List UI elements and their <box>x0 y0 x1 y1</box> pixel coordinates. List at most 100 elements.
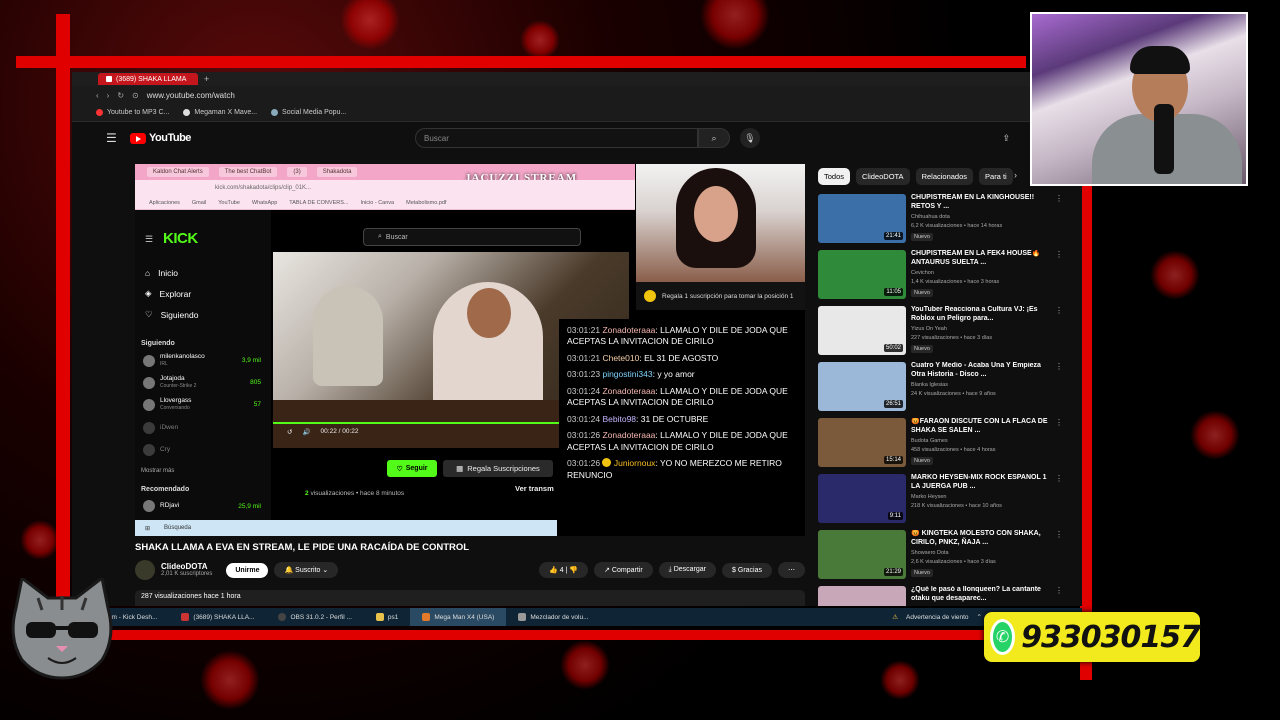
more-options-icon[interactable]: ⋮ <box>1055 250 1063 259</box>
video-thumbnail[interactable] <box>818 586 906 606</box>
recommended-video[interactable]: 15:14 😡FARAON DISCUTE CON LA FLACA DE SHA… <box>818 418 1068 470</box>
channel-name[interactable]: Showsero Dota <box>911 550 949 556</box>
hamburger-menu-icon[interactable]: ☰ <box>106 131 117 145</box>
video-thumbnail[interactable]: 21:29 <box>818 530 906 579</box>
share-button[interactable]: ↗ Compartir <box>594 562 653 578</box>
chevron-right-icon[interactable]: › <box>1014 170 1017 180</box>
search-input[interactable]: Buscar <box>415 128 698 148</box>
recommended-video[interactable]: 9:11 MARKO HEYSEN-MIX ROCK ESPAÑOL 1 LA J… <box>818 474 1068 526</box>
more-options-icon[interactable]: ⋮ <box>1055 474 1063 483</box>
video-controls: ↺ 🔊 00:22 / 00:22 <box>287 428 359 436</box>
mic-icon: 🎙 <box>744 132 756 143</box>
channel-name[interactable]: Budota Games <box>911 438 948 444</box>
recommended-video[interactable]: ¿Qué le pasó a Ilonqueen? La cantante ot… <box>818 586 1068 606</box>
channel-name[interactable]: Marko Heysen <box>911 494 946 500</box>
kick-nav-label: Inicio <box>158 267 178 278</box>
channel-name[interactable]: Yizus On Yeah <box>911 326 947 332</box>
kick-search-placeholder: Buscar <box>385 233 408 241</box>
following-item: Llovergass Conversando 57 <box>143 397 261 412</box>
channel-name[interactable]: Blanka Iglesias <box>911 382 948 388</box>
more-options-icon[interactable]: ⋮ <box>1055 418 1063 427</box>
video-thumbnail[interactable]: 11:05 <box>818 250 906 299</box>
video-thumbnail[interactable]: 21:41 <box>818 194 906 243</box>
new-tab-icon[interactable]: + <box>204 74 209 84</box>
weather-text[interactable]: Advertencia de viento <box>906 614 969 621</box>
more-options-icon[interactable]: ⋮ <box>1055 586 1063 595</box>
upload-icon[interactable]: ⇪ <box>1002 133 1010 144</box>
chip-all[interactable]: Todos <box>818 168 851 185</box>
bookmark-item[interactable]: Megaman X Mave... <box>183 109 257 116</box>
recommended-video[interactable]: 26:51 Cuatro Y Medio - Acaba Una Y Empiez… <box>818 362 1068 414</box>
video-thumbnail[interactable]: 26:51 <box>818 362 906 411</box>
chat-text: YO NO MEREZCO ME RETIRO RENUNCIO <box>567 458 782 480</box>
video-thumbnail[interactable]: 9:11 <box>818 474 906 523</box>
voice-search-button[interactable]: 🎙 <box>740 128 760 148</box>
video-title[interactable]: Cuatro Y Medio - Acaba Una Y Empieza Otr… <box>911 362 1051 380</box>
like-button[interactable]: 👍 4 | 👎 <box>539 562 589 578</box>
channel-name[interactable]: Cevichon <box>911 270 934 276</box>
video-player[interactable]: Kaldon Chat Alerts The best ChatBot (3) … <box>135 164 805 536</box>
taskbar-item[interactable]: Mezclador de volu... <box>506 608 600 626</box>
video-title[interactable]: YouTuber Reacciona a Cultura VJ: ¡Es Rob… <box>911 306 1051 324</box>
frame-bar-left <box>56 14 70 614</box>
video-title[interactable]: 😡FARAON DISCUTE CON LA FLACA DE SHAKA SE… <box>911 418 1051 436</box>
more-options-icon[interactable]: ⋮ <box>1055 194 1063 203</box>
more-actions-button[interactable]: ⋯ <box>778 562 805 578</box>
windows-icon: ⊞ <box>145 525 151 532</box>
video-thumbnail[interactable]: 50:02 <box>818 306 906 355</box>
chip-for-you[interactable]: Para ti <box>979 168 1013 185</box>
bookmark-item[interactable]: Youtube to MP3 C... <box>96 109 169 116</box>
thanks-button[interactable]: $ Gracias <box>722 562 772 578</box>
video-title[interactable]: 😡 KINGTEKA MOLESTO CON SHAKA, CIRILO, PN… <box>911 530 1051 548</box>
app-icon <box>422 613 431 621</box>
speaker-icon <box>106 76 112 82</box>
recommended-video[interactable]: 50:02 YouTuber Reacciona a Cultura VJ: ¡E… <box>818 306 1068 358</box>
new-badge: Nuevo <box>911 345 933 353</box>
youtube-logo[interactable]: YouTube <box>130 132 191 144</box>
more-options-icon[interactable]: ⋮ <box>1055 530 1063 539</box>
guest-webcam <box>636 164 805 282</box>
description-box[interactable]: 287 visualizaciones hace 1 hora <box>135 590 805 606</box>
video-title[interactable]: CHUPISTREAM EN LA KINGHOUSE!! RETOS Y ..… <box>911 194 1051 212</box>
bookmark-item[interactable]: Social Media Popu... <box>271 109 346 116</box>
back-icon[interactable]: ‹ <box>96 91 99 100</box>
forward-icon[interactable]: › <box>107 91 110 100</box>
taskbar-item[interactable]: Mega Man X4 (USA) <box>410 608 507 626</box>
download-button[interactable]: ⤓ Descargar <box>658 562 717 578</box>
channel-name[interactable]: ClideoDOTA <box>161 562 212 572</box>
kick-sidebar: ☰ KICK ⌂ Inicio ◈ Explorar ♡ Siguiendo Sigu… <box>135 210 271 536</box>
gift-notice: Regala 1 suscripción para tomar la posic… <box>636 282 805 310</box>
reload-icon[interactable]: ↻ <box>117 91 124 100</box>
recommended-video[interactable]: 21:29 😡 KINGTEKA MOLESTO CON SHAKA, CIRIL… <box>818 530 1068 582</box>
video-duration: 50:02 <box>883 344 903 352</box>
recommended-video[interactable]: 11:05 CHUPISTREAM EN LA FEK4 HOUSE🔥ANTAUR… <box>818 250 1068 302</box>
channel-avatar[interactable] <box>135 560 155 580</box>
video-title[interactable]: CHUPISTREAM EN LA FEK4 HOUSE🔥ANTAURUS SU… <box>911 250 1051 268</box>
chip-related[interactable]: Relacionados <box>915 168 974 185</box>
kick-search: ⌕ Buscar <box>363 228 581 246</box>
browser-tab[interactable]: (3689) SHAKA LLAMA <box>98 73 198 85</box>
taskbar-item[interactable]: ps1 <box>364 608 410 626</box>
more-options-icon[interactable]: ⋮ <box>1055 306 1063 315</box>
url-field[interactable]: www.youtube.com/watch <box>147 91 235 100</box>
subscribed-button[interactable]: 🔔 Suscrito ⌄ <box>274 562 339 578</box>
video-title[interactable]: ¿Qué le pasó a Ilonqueen? La cantante ot… <box>911 586 1051 604</box>
taskbar-item[interactable]: (3689) SHAKA LLA... <box>169 608 266 626</box>
channel-name[interactable]: Chihuahua dota <box>911 214 950 220</box>
more-options-icon[interactable]: ⋮ <box>1055 362 1063 371</box>
compass-icon: ◈ <box>145 288 152 298</box>
bokeh-light <box>520 20 560 60</box>
taskbar-item[interactable]: OBS 31.0.2 - Perfil ... <box>266 608 363 626</box>
chevron-up-icon[interactable]: ⌃ <box>977 613 982 621</box>
thumbs-up-icon: 👍 <box>549 567 558 574</box>
search-button[interactable]: ⌕ <box>698 128 730 148</box>
coin-icon <box>644 290 656 302</box>
heart-icon: ♡ <box>145 309 153 319</box>
recommended-video[interactable]: 21:41 CHUPISTREAM EN LA KINGHOUSE!! RETOS… <box>818 194 1068 246</box>
video-title[interactable]: MARKO HEYSEN-MIX ROCK ESPAÑOL 1 LA JUERG… <box>911 474 1051 492</box>
site-info-icon[interactable]: ⊙ <box>132 91 139 100</box>
join-button[interactable]: Unirme <box>226 562 269 578</box>
following-item: Cry <box>143 444 261 456</box>
chip-channel[interactable]: ClideoDOTA <box>856 168 910 185</box>
video-thumbnail[interactable]: 15:14 <box>818 418 906 467</box>
